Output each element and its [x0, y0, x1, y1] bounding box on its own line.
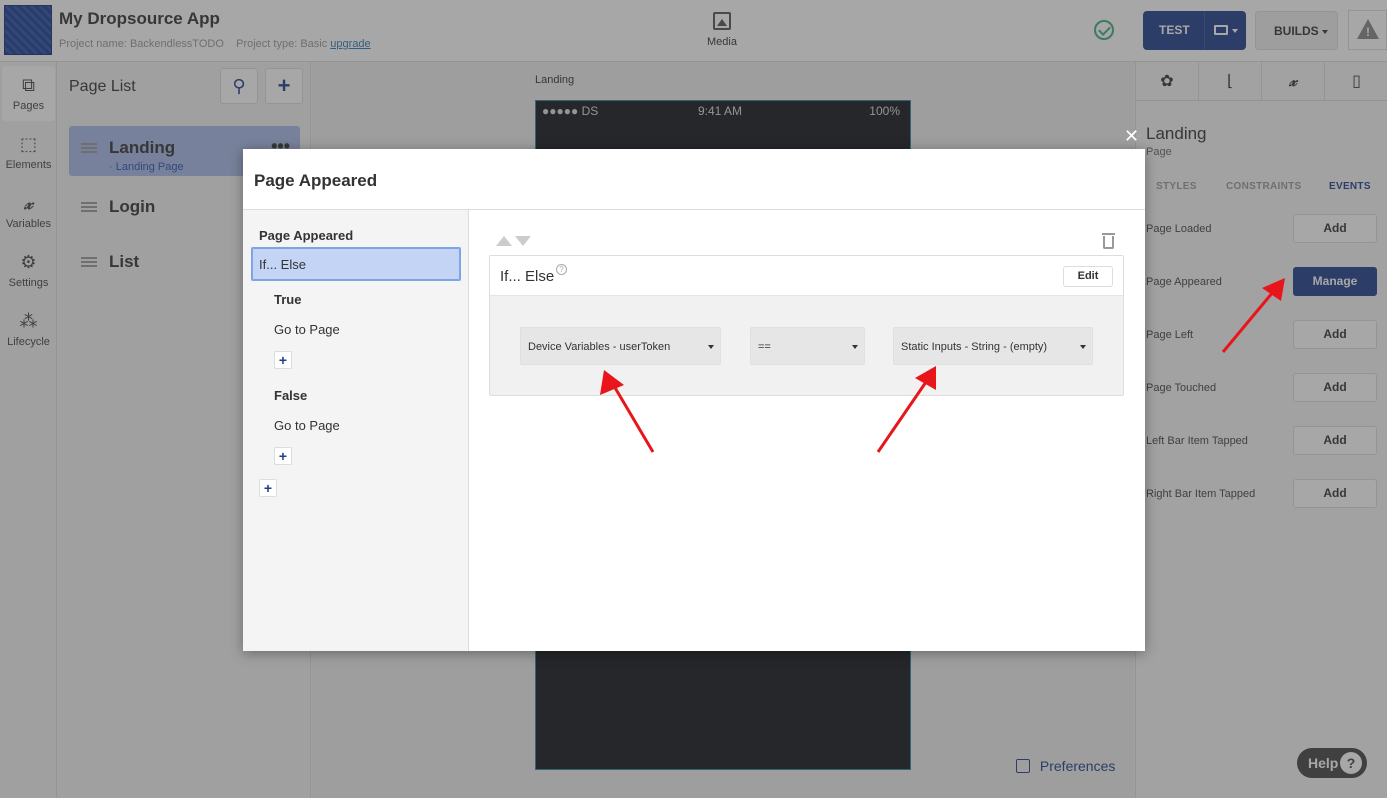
action-item-label: If... Else	[259, 257, 306, 272]
right-operand-value: Static Inputs - String - (empty)	[901, 341, 1048, 353]
edit-button[interactable]: Edit	[1063, 266, 1113, 287]
chevron-down-icon	[1080, 345, 1086, 349]
block-title: If... Else	[500, 268, 555, 285]
action-item-go-to-page-true[interactable]: Go to Page	[274, 322, 340, 337]
branch-true-label: True	[274, 292, 302, 307]
left-operand-value: Device Variables - userToken	[528, 341, 671, 353]
move-down-icon[interactable]	[515, 236, 531, 246]
move-up-icon[interactable]	[496, 236, 512, 246]
action-item-if-else[interactable]: If... Else	[251, 247, 461, 281]
help-icon[interactable]: ?	[556, 264, 567, 275]
close-icon[interactable]: ✕	[1124, 126, 1139, 147]
action-tree-heading: Page Appeared	[259, 228, 354, 243]
operator-value: ==	[758, 341, 771, 353]
branch-false-label: False	[274, 388, 308, 403]
plus-icon: +	[278, 448, 288, 464]
action-tree: Page Appeared If... Else True Go to Page…	[243, 210, 469, 651]
modal-header: Page Appeared	[243, 149, 1145, 210]
operator-select[interactable]: ==	[750, 327, 865, 365]
trash-icon[interactable]	[1102, 233, 1115, 249]
action-editor: If... Else ? Edit Device Variables - use…	[469, 210, 1145, 651]
chevron-down-icon	[708, 345, 714, 349]
add-false-action-button[interactable]: +	[274, 447, 292, 465]
add-action-button[interactable]: +	[259, 479, 277, 497]
action-item-go-to-page-false[interactable]: Go to Page	[274, 418, 340, 433]
plus-icon: +	[263, 480, 273, 496]
modal-title: Page Appeared	[254, 171, 378, 190]
page-appeared-modal: Page Appeared Page Appeared If... Else T…	[243, 149, 1145, 651]
plus-icon: +	[278, 352, 288, 368]
add-true-action-button[interactable]: +	[274, 351, 292, 369]
right-operand-select[interactable]: Static Inputs - String - (empty)	[893, 327, 1093, 365]
chevron-down-icon	[852, 345, 858, 349]
if-else-block-header: If... Else ? Edit	[490, 256, 1123, 296]
left-operand-select[interactable]: Device Variables - userToken	[520, 327, 721, 365]
if-else-block: If... Else ? Edit Device Variables - use…	[489, 255, 1124, 396]
